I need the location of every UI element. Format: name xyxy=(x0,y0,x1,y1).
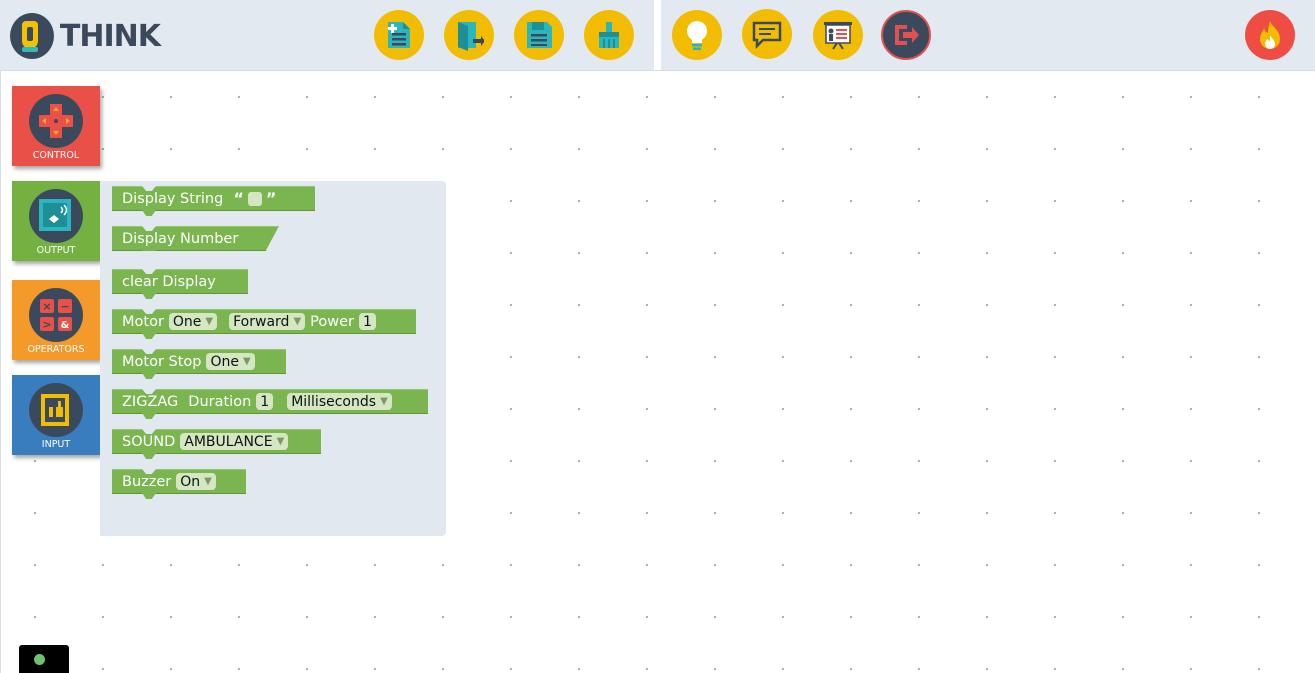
open-quote: “ xyxy=(233,189,244,208)
block-zigzag[interactable]: ZIGZAG Duration 1 Milliseconds ▼ xyxy=(112,389,428,414)
new-file-icon xyxy=(388,22,410,48)
string-input-field[interactable] xyxy=(247,191,262,206)
status-dot-icon xyxy=(34,654,45,665)
block-zigzag-label: ZIGZAG xyxy=(122,393,179,410)
block-motor-stop[interactable]: Motor Stop One ▼ xyxy=(112,349,286,374)
lightbulb-icon xyxy=(687,21,707,50)
close-quote: ” xyxy=(265,189,277,208)
category-input[interactable]: INPUT xyxy=(12,375,100,455)
logout-icon xyxy=(895,25,919,45)
block-display-number-label: Display Number xyxy=(122,230,239,247)
presentation-icon xyxy=(824,22,852,50)
operators-icon: × − > & xyxy=(29,288,83,342)
app-logo[interactable]: THINK xyxy=(10,12,161,60)
block-sound[interactable]: SOUND AMBULANCE ▼ xyxy=(112,429,321,454)
buzzer-select[interactable]: On ▼ xyxy=(176,473,216,490)
duration-label: Duration xyxy=(188,393,252,410)
block-motor-label: Motor xyxy=(122,313,164,330)
svg-text:&: & xyxy=(61,320,70,331)
dropdown-arrow-icon: ▼ xyxy=(293,316,302,327)
duration-input[interactable]: 1 xyxy=(256,393,274,410)
dropdown-arrow-icon: ▼ xyxy=(380,396,388,407)
motor-select-value: One xyxy=(172,313,202,330)
new-file-button[interactable] xyxy=(374,10,424,60)
direction-select-value: Forward xyxy=(233,313,290,330)
block-buzzer-label: Buzzer xyxy=(122,473,172,490)
sound-select[interactable]: AMBULANCE ▼ xyxy=(180,433,289,450)
profile-button[interactable] xyxy=(1245,10,1295,60)
sound-select-value: AMBULANCE xyxy=(184,433,273,450)
clean-button[interactable] xyxy=(584,10,634,60)
dropdown-arrow-icon: ▼ xyxy=(243,356,251,367)
block-clear-display[interactable]: clear Display xyxy=(112,269,248,294)
block-display-number[interactable]: Display Number xyxy=(112,226,279,251)
category-control[interactable]: CONTROL xyxy=(12,86,100,166)
open-file-icon xyxy=(458,22,484,51)
logout-button[interactable] xyxy=(881,10,931,60)
block-display-string[interactable]: Display String “ ” xyxy=(112,186,315,211)
broom-icon xyxy=(599,22,619,48)
svg-text:−: − xyxy=(60,300,69,313)
block-motor[interactable]: Motor One ▼ Forward ▼ Power 1 xyxy=(112,309,416,334)
unit-select-value: Milliseconds xyxy=(291,393,377,410)
flame-icon xyxy=(1260,21,1280,49)
sensor-icon xyxy=(29,383,83,437)
dropdown-arrow-icon: ▼ xyxy=(204,476,212,487)
unit-select[interactable]: Milliseconds ▼ xyxy=(287,393,392,410)
dropdown-arrow-icon: ▼ xyxy=(205,316,214,327)
svg-text:×: × xyxy=(42,300,51,313)
presentation-button[interactable] xyxy=(813,10,863,60)
block-clear-display-label: clear Display xyxy=(122,273,216,290)
save-button[interactable] xyxy=(514,10,564,60)
category-operators[interactable]: × − > & OPERATORS xyxy=(12,280,100,360)
chat-button[interactable] xyxy=(742,9,792,59)
open-file-button[interactable] xyxy=(444,10,494,60)
block-display-string-label: Display String xyxy=(122,190,224,207)
category-control-label: CONTROL xyxy=(32,150,80,161)
device-status-indicator[interactable] xyxy=(19,645,69,673)
save-icon xyxy=(527,22,552,48)
dropdown-arrow-icon: ▼ xyxy=(276,436,285,447)
direction-select[interactable]: Forward ▼ xyxy=(229,313,306,330)
motor-select[interactable]: One ▼ xyxy=(168,313,218,330)
dpad-icon xyxy=(29,94,83,148)
motor-stop-select[interactable]: One ▼ xyxy=(206,353,255,370)
category-output-label: OUTPUT xyxy=(36,245,76,256)
power-input[interactable]: 1 xyxy=(358,313,376,330)
block-sound-label: SOUND xyxy=(122,433,176,450)
header-divider xyxy=(654,0,661,70)
buzzer-select-value: On xyxy=(180,473,201,490)
category-operators-label: OPERATORS xyxy=(27,344,85,355)
logo-text: THINK xyxy=(59,18,161,54)
motor-stop-select-value: One xyxy=(210,353,239,370)
power-label: Power xyxy=(310,313,354,330)
category-input-label: INPUT xyxy=(41,439,71,450)
display-icon xyxy=(29,189,83,243)
hint-button[interactable] xyxy=(672,10,722,60)
block-buzzer[interactable]: Buzzer On ▼ xyxy=(112,469,246,494)
logo-icon xyxy=(10,13,54,59)
block-motor-stop-label: Motor Stop xyxy=(122,353,202,370)
chat-icon xyxy=(752,21,782,49)
svg-text:>: > xyxy=(42,318,51,331)
category-output[interactable]: OUTPUT xyxy=(12,181,100,261)
